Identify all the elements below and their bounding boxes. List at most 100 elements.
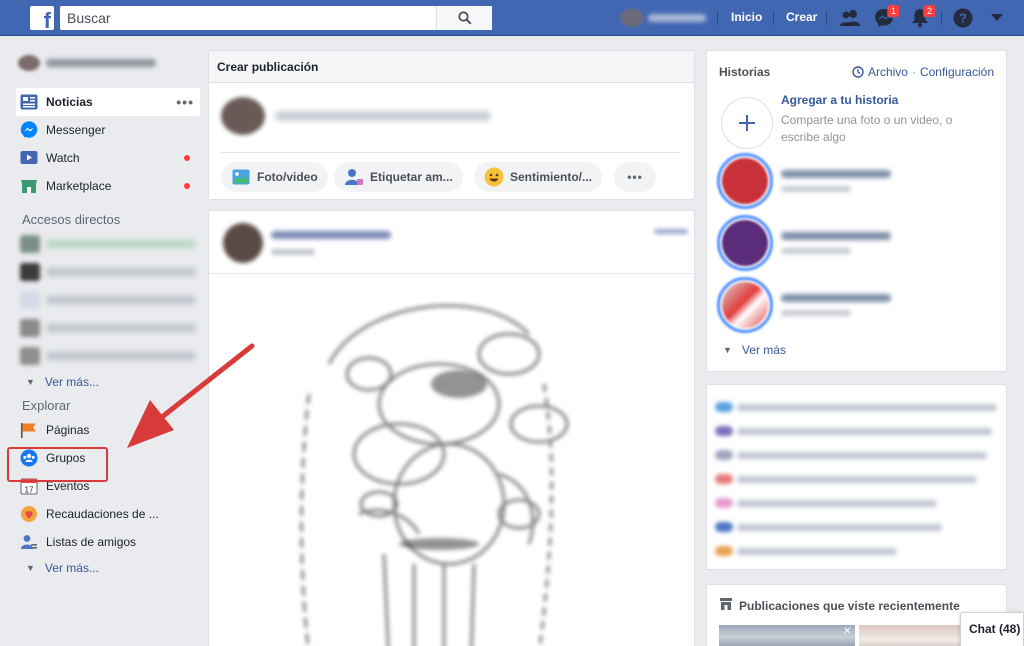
more-options-icon[interactable]: •••	[176, 94, 194, 110]
stories-see-more-link[interactable]: ▼ Ver más	[723, 343, 786, 357]
link-item[interactable]	[715, 425, 992, 437]
fundraiser-icon	[20, 505, 38, 523]
link-item[interactable]	[715, 401, 997, 413]
sidebar-item-friend-lists[interactable]: Listas de amigos	[16, 528, 200, 556]
search-button[interactable]	[436, 6, 492, 30]
link-item[interactable]	[715, 473, 977, 485]
post-options-blurred[interactable]	[654, 229, 688, 234]
feeling-activity-label: Sentimiento/...	[510, 170, 593, 184]
feeling-icon	[484, 167, 504, 187]
stories-links: Archivo · Configuración	[852, 65, 994, 79]
notifications-badge: 2	[922, 4, 936, 18]
story-thumbnail	[717, 215, 773, 271]
profile-link[interactable]	[620, 9, 706, 27]
avatar[interactable]	[223, 223, 263, 263]
post-timestamp-blurred[interactable]	[271, 249, 315, 255]
sidebar-item-label: Recaudaciones de ...	[46, 507, 159, 521]
search-box	[60, 6, 492, 30]
sidebar-item-label: Listas de amigos	[46, 535, 137, 549]
story-item[interactable]	[717, 153, 997, 209]
shortcuts-heading: Accesos directos	[22, 212, 121, 227]
shortcut-item[interactable]	[16, 258, 200, 286]
shortcut-item[interactable]	[16, 342, 200, 370]
home-link[interactable]: Inicio	[731, 10, 762, 24]
see-more-label: Ver más...	[44, 561, 99, 575]
tag-friends-button[interactable]: Etiquetar am...	[334, 162, 463, 192]
link-item[interactable]	[715, 449, 987, 461]
notifications-button[interactable]: 2	[908, 4, 936, 30]
help-button[interactable]: ?	[951, 6, 975, 30]
recently-viewed-heading: Publicaciones que viste recientemente	[719, 597, 960, 614]
chevron-down-icon: ▼	[723, 345, 732, 355]
link-item[interactable]	[715, 545, 897, 557]
explore-see-more-link[interactable]: ▼ Ver más...	[16, 556, 200, 580]
see-more-label: Ver más...	[44, 375, 99, 389]
clock-icon	[852, 66, 864, 78]
sidebar-profile-link[interactable]	[16, 50, 200, 76]
story-thumbnail	[717, 153, 773, 209]
annotation-highlight-box	[7, 447, 108, 482]
create-link[interactable]: Crear	[786, 10, 817, 24]
marketplace-icon	[20, 177, 38, 195]
sidebar-item-label: Noticias	[46, 95, 93, 109]
post-author-blurred[interactable]	[271, 231, 391, 239]
sidebar-item-marketplace[interactable]: Marketplace	[16, 172, 200, 200]
sidebar-item-label: Watch	[46, 151, 80, 165]
divider	[941, 11, 942, 25]
shortcut-item[interactable]	[16, 230, 200, 258]
archive-link[interactable]: Archivo	[868, 65, 908, 79]
divider	[717, 11, 718, 25]
calendar-day: 17	[25, 486, 34, 495]
shortcuts-see-more-link[interactable]: ▼ Ver más...	[16, 370, 200, 394]
chat-tab[interactable]: Chat (48)	[960, 612, 1024, 646]
messenger-icon	[20, 121, 38, 139]
tag-friends-icon	[344, 167, 364, 187]
separator: ·	[911, 65, 916, 79]
sidebar-item-label: Páginas	[46, 423, 90, 437]
facebook-logo[interactable]: f	[30, 6, 54, 30]
avatar	[221, 97, 265, 135]
link-item[interactable]	[715, 497, 937, 509]
settings-link[interactable]: Configuración	[920, 65, 994, 79]
recent-post-thumbnail[interactable]	[719, 625, 855, 646]
watch-icon	[20, 149, 38, 167]
feeling-activity-button[interactable]: Sentimiento/...	[474, 162, 603, 192]
messages-button[interactable]: 1	[872, 4, 900, 30]
friend-requests-button[interactable]	[838, 6, 862, 30]
account-menu-button[interactable]	[985, 6, 1009, 30]
create-post-card: Crear publicación Foto/video Etiquetar a…	[208, 50, 695, 200]
chevron-down-icon: ▼	[26, 563, 35, 573]
sidebar-item-news-feed[interactable]: Noticias •••	[16, 88, 200, 116]
caret-down-icon	[991, 14, 1003, 21]
stories-card: Historias Archivo · Configuración Agrega…	[706, 50, 1007, 372]
sidebar-item-watch[interactable]: Watch	[16, 144, 200, 172]
shortcut-item[interactable]	[16, 314, 200, 342]
add-story-button[interactable]	[721, 97, 773, 149]
photo-video-button[interactable]: Foto/video	[221, 162, 328, 192]
link-item[interactable]	[715, 521, 942, 533]
top-navigation-bar: f Inicio Crear 1 2 ?	[0, 0, 1024, 36]
shortcut-item[interactable]	[16, 286, 200, 314]
composer-prompt-blurred[interactable]	[275, 111, 491, 121]
friends-list-icon	[20, 533, 38, 551]
sidebar-item-fundraisers[interactable]: Recaudaciones de ...	[16, 500, 200, 528]
sidebar-item-messenger[interactable]: Messenger	[16, 116, 200, 144]
post-image[interactable]	[209, 274, 694, 646]
help-icon: ?	[953, 8, 973, 28]
sidebar-item-pages[interactable]: Páginas	[16, 416, 200, 444]
search-input[interactable]	[60, 6, 450, 30]
messages-badge: 1	[886, 4, 900, 18]
story-item[interactable]	[717, 277, 997, 333]
profile-name-blurred	[46, 59, 156, 67]
blurred-links-card	[706, 384, 1007, 570]
recently-viewed-title: Publicaciones que viste recientemente	[739, 598, 960, 613]
explore-heading: Explorar	[22, 398, 71, 413]
add-story-title[interactable]: Agregar a tu historia	[781, 93, 898, 107]
story-item[interactable]	[717, 215, 997, 271]
story-thumbnail	[717, 277, 773, 333]
more-options-button[interactable]: •••	[614, 162, 656, 192]
divider	[221, 152, 681, 153]
close-icon[interactable]: ✕	[843, 626, 851, 637]
feed-post	[208, 210, 695, 646]
blurred-sketch-image	[300, 304, 569, 646]
